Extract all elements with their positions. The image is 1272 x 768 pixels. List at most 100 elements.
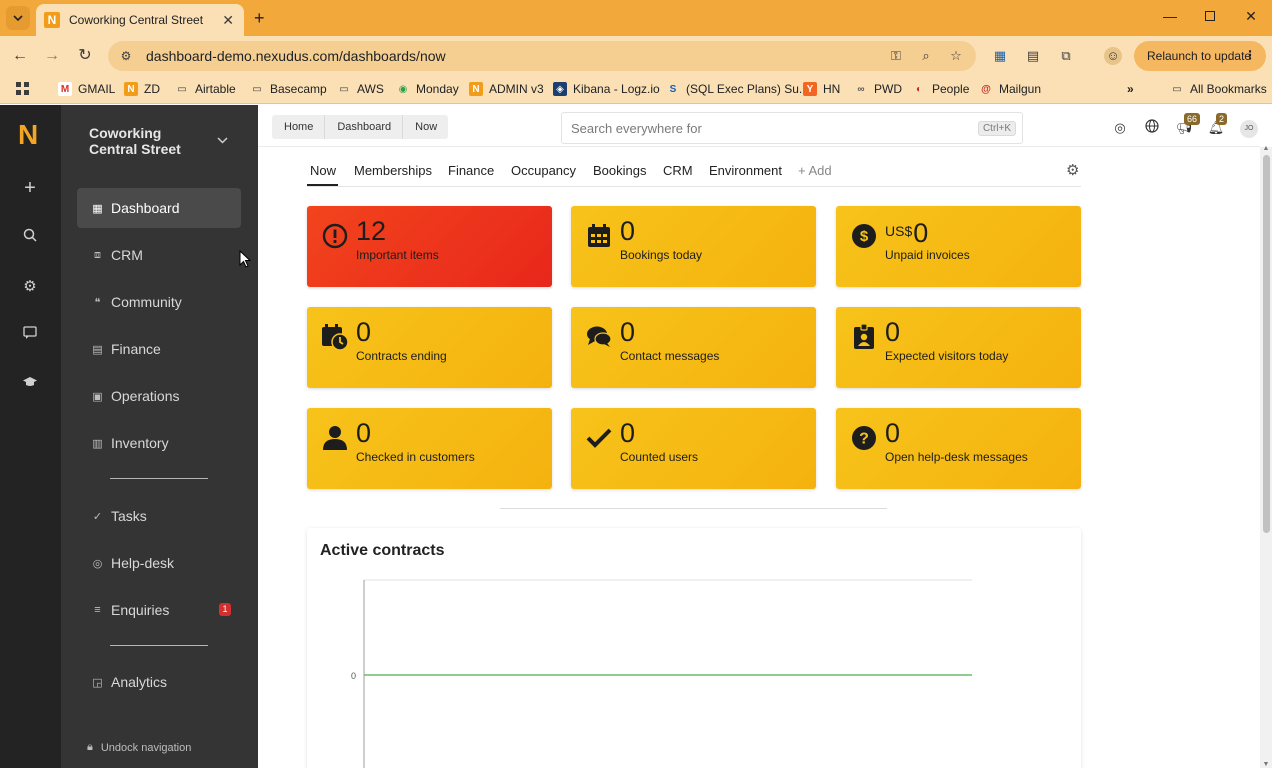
breadcrumb-now[interactable]: Now <box>402 115 448 139</box>
tab-occupancy[interactable]: Occupancy <box>511 163 576 178</box>
quote-icon: ❝ <box>94 296 101 309</box>
scrollbar-thumb[interactable] <box>1263 155 1270 533</box>
sidebar-item-analytics[interactable]: ◲ Analytics <box>77 662 241 702</box>
card-unpaid-invoices[interactable]: $ US$0 Unpaid invoices <box>836 206 1081 287</box>
announcements-button[interactable]: 📢︎ 66 <box>1175 113 1201 137</box>
all-bookmarks[interactable]: ▭ All Bookmarks <box>1170 82 1266 96</box>
scroll-up-icon[interactable]: ▲ <box>1262 145 1270 152</box>
apps-icon[interactable] <box>16 82 30 96</box>
lifebuoy-help-icon[interactable]: ◎ <box>1111 119 1129 137</box>
breadcrumb-home[interactable]: Home <box>272 115 324 139</box>
sidebar-item-finance[interactable]: ▤ Finance <box>77 329 241 369</box>
chat-icon[interactable] <box>20 326 40 346</box>
tab-finance[interactable]: Finance <box>448 163 494 178</box>
scrollbar[interactable]: ▲ ▼ <box>1260 145 1272 768</box>
sidebar-item-community[interactable]: ❝ Community <box>77 282 241 322</box>
plus-icon[interactable]: + <box>20 178 40 198</box>
address-bar[interactable]: ⚙ dashboard-demo.nexudus.com/dashboards/… <box>108 41 976 71</box>
sidebar-item-help-desk[interactable]: ◎ Help-desk <box>77 543 241 583</box>
bookmark-label: GMAIL <box>78 82 116 96</box>
card-contracts-ending[interactable]: 0 Contracts ending <box>307 307 552 388</box>
site-info-icon[interactable]: ⚙ <box>118 48 134 64</box>
tab-crm[interactable]: CRM <box>663 163 693 178</box>
bookmark-zd[interactable]: N ZD <box>124 82 160 96</box>
chevron-down-icon[interactable] <box>217 133 228 147</box>
sidebar-item-enquiries[interactable]: ≡ Enquiries 1 <box>77 590 241 630</box>
minimize-button[interactable]: — <box>1160 8 1180 24</box>
nexudus-logo[interactable]: N <box>18 119 38 151</box>
maximize-button[interactable] <box>1200 8 1220 24</box>
avatar[interactable]: JO <box>1240 120 1258 138</box>
tab-bookings[interactable]: Bookings <box>593 163 646 178</box>
bookmark-aws[interactable]: ▭ AWS <box>337 82 384 96</box>
chart-line-icon: ◲ <box>92 676 103 689</box>
close-window-button[interactable]: ✕ <box>1241 8 1261 25</box>
extensions-icon[interactable]: ⧉ <box>1057 47 1075 65</box>
location-selector[interactable]: Coworking Central Street <box>89 125 209 157</box>
tab-search-button[interactable] <box>6 6 30 30</box>
bookmark-monday[interactable]: ◉ Monday <box>396 82 459 96</box>
dashboard-settings-gear-icon[interactable]: ⚙ <box>1066 161 1079 179</box>
svg-text:?: ? <box>859 431 869 448</box>
zoom-icon[interactable]: ⌕ <box>916 48 936 64</box>
announcements-count-badge: 66 <box>1184 113 1201 125</box>
main-content: Home Dashboard Now Search everywhere for… <box>258 105 1272 768</box>
forward-button[interactable]: → <box>42 46 62 66</box>
app: N + ⚙ Coworking Central Street ▦ Dashboa… <box>0 105 1272 768</box>
close-tab-icon[interactable]: ✕ <box>222 12 234 29</box>
password-key-icon[interactable]: ⚿ <box>886 48 906 64</box>
bookmark-admin-v3[interactable]: N ADMIN v3 <box>469 82 544 96</box>
bookmark-people[interactable]: ◐ People <box>912 82 969 96</box>
bookmark-gmail[interactable]: M GMAIL <box>58 82 115 96</box>
sidebar-item-label: Operations <box>111 388 180 404</box>
card-counted-users[interactable]: 0 Counted users <box>571 408 816 489</box>
card-open-help-desk[interactable]: ? 0 Open help-desk messages <box>836 408 1081 489</box>
breadcrumb-dashboard[interactable]: Dashboard <box>324 115 402 139</box>
nexudus-icon: N <box>469 82 483 96</box>
search-icon[interactable] <box>20 228 40 248</box>
card-checked-in-customers[interactable]: 0 Checked in customers <box>307 408 552 489</box>
back-button[interactable]: ← <box>10 46 30 66</box>
new-tab-button[interactable]: + <box>254 8 265 28</box>
sidebar-item-dashboard[interactable]: ▦ Dashboard <box>77 188 241 228</box>
bookmark-airtable[interactable]: ▭ Airtable <box>175 82 235 96</box>
global-search-input[interactable]: Search everywhere for Ctrl+K <box>561 112 1023 144</box>
reading-list-icon[interactable]: ▤ <box>1024 47 1042 65</box>
card-label: Contracts ending <box>356 349 447 363</box>
profile-avatar-icon[interactable]: ☺ <box>1104 47 1122 65</box>
bookmark-kibana[interactable]: ◈ Kibana - Logz.io <box>553 82 660 96</box>
add-tab-button[interactable]: + Add <box>798 163 832 178</box>
card-contact-messages[interactable]: 0 Contact messages <box>571 307 816 388</box>
tab-memberships[interactable]: Memberships <box>354 163 432 178</box>
kebab-menu-icon[interactable]: ⋮ <box>1244 48 1256 62</box>
bookmark-basecamp[interactable]: ▭ Basecamp <box>250 82 326 96</box>
more-bookmarks-chevron-icon[interactable]: » <box>1127 82 1134 96</box>
browser-tab[interactable]: N Coworking Central Street ✕ <box>36 4 244 36</box>
bookmark-sql-plans[interactable]: S (SQL Exec Plans) Su... <box>666 82 809 96</box>
sidebar-item-operations[interactable]: ▣ Operations <box>77 376 241 416</box>
notifications-button[interactable]: 🔔︎ 2 <box>1207 113 1228 137</box>
bookmark-label: HN <box>823 82 841 96</box>
globe-icon[interactable] <box>1143 119 1161 137</box>
graduation-cap-icon[interactable] <box>20 375 40 395</box>
tab-now[interactable]: Now <box>310 163 336 178</box>
scroll-down-icon[interactable]: ▼ <box>1262 761 1270 768</box>
bookmark-label: Monday <box>416 82 459 96</box>
bookmark-mailgun[interactable]: @ Mailgun <box>979 82 1041 96</box>
relaunch-button[interactable]: Relaunch to update ⋮ <box>1134 41 1266 71</box>
card-important-items[interactable]: 12 Important items <box>307 206 552 287</box>
translate-extension-icon[interactable]: ▦ <box>991 47 1009 65</box>
sidebar-item-crm[interactable]: ⧈ CRM <box>77 235 241 275</box>
sidebar-item-inventory[interactable]: ▥ Inventory <box>77 423 241 463</box>
bookmark-hn[interactable]: Y HN <box>803 82 840 96</box>
bookmark-star-icon[interactable]: ☆ <box>946 48 966 64</box>
person-icon <box>321 424 349 452</box>
undock-navigation-button[interactable]: 🔒︎ Undock navigation <box>87 741 191 754</box>
card-expected-visitors[interactable]: 0 Expected visitors today <box>836 307 1081 388</box>
card-bookings-today[interactable]: 0 Bookings today <box>571 206 816 287</box>
bookmark-pwd[interactable]: ∞ PWD <box>854 82 902 96</box>
sidebar-item-tasks[interactable]: ✓ Tasks <box>77 496 241 536</box>
reload-button[interactable]: ↻ <box>75 46 95 66</box>
gear-icon[interactable]: ⚙ <box>20 277 40 297</box>
tab-environment[interactable]: Environment <box>709 163 782 178</box>
